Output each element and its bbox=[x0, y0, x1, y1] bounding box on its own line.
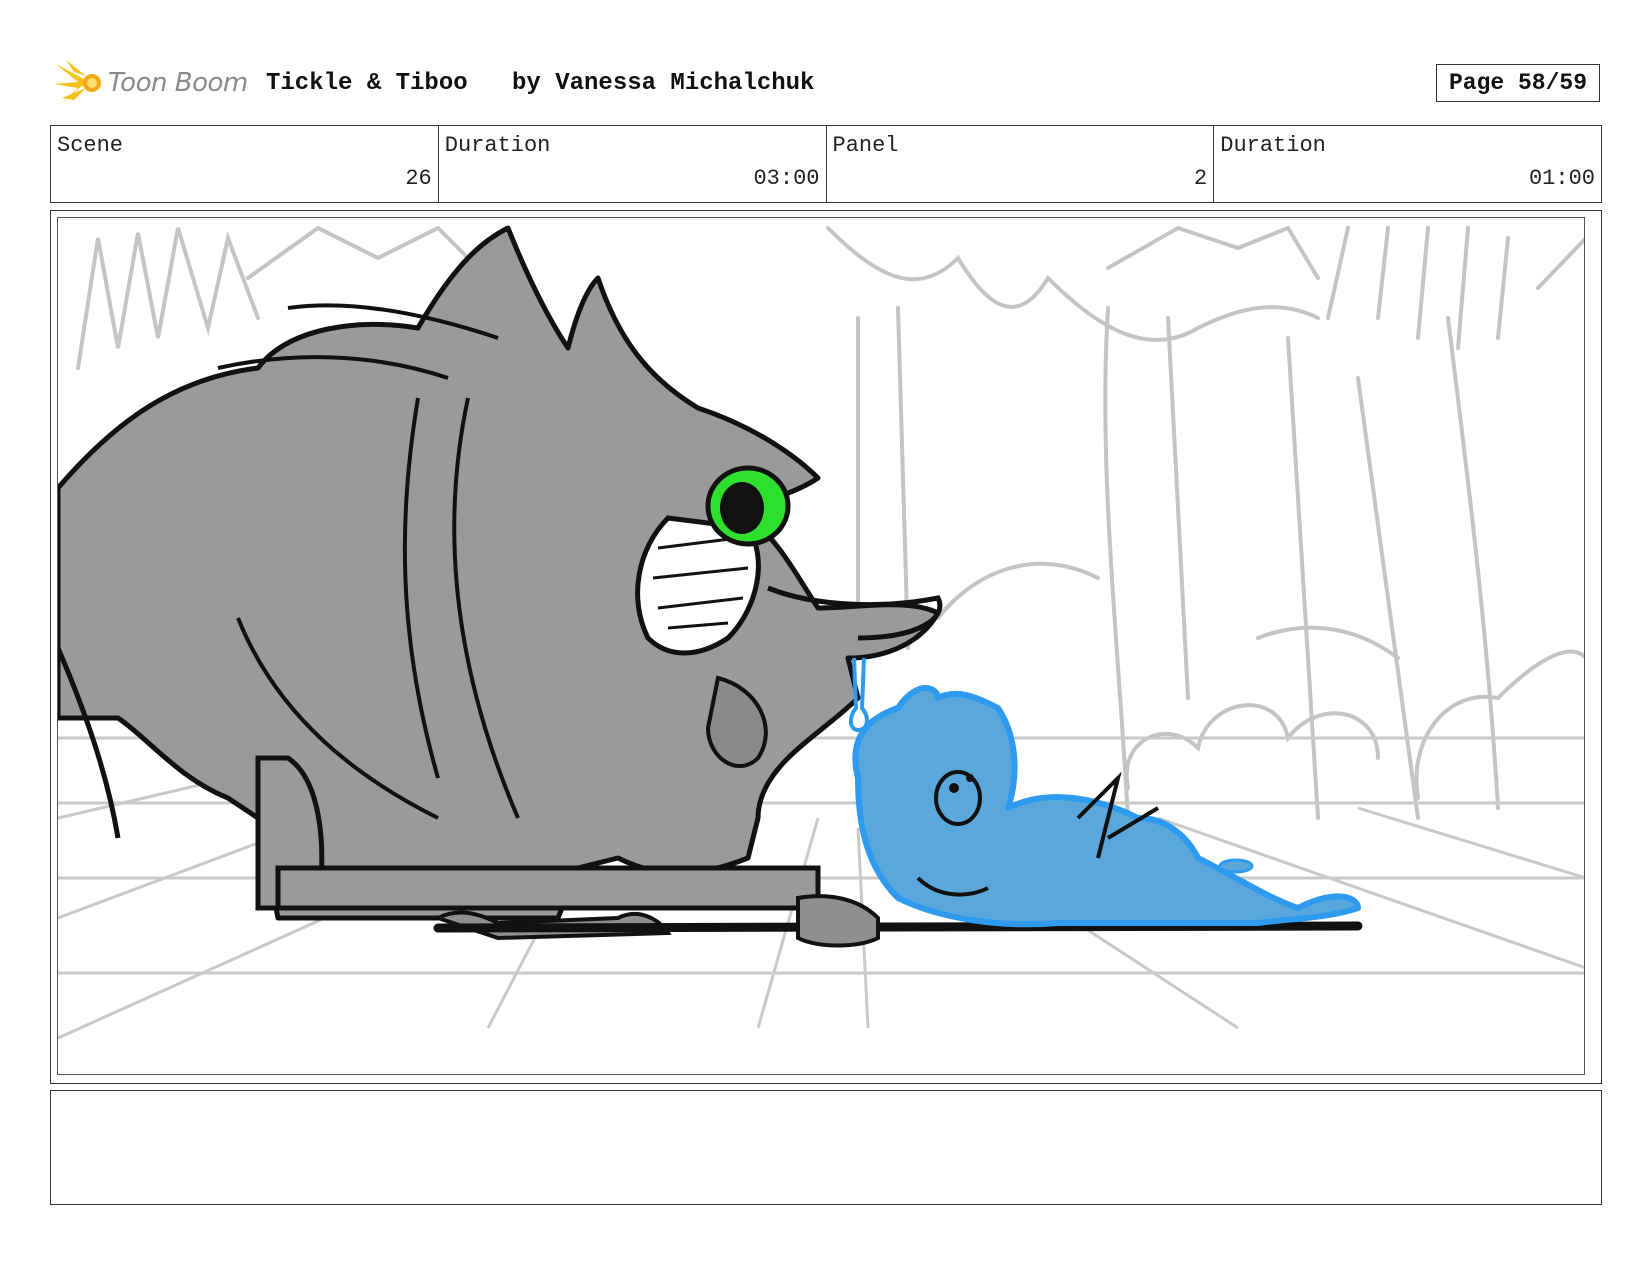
scene-duration-value: 03:00 bbox=[753, 166, 820, 191]
storyboard-title: Tickle & Tiboo bbox=[266, 70, 468, 97]
logo-text: Toon Boom bbox=[108, 68, 248, 98]
storyboard-sketch bbox=[58, 225, 1584, 1040]
info-table: Scene 26 Duration 03:00 Panel 2 Duration… bbox=[50, 125, 1602, 203]
panel-duration-label: Duration bbox=[1220, 133, 1326, 158]
panel-label: Panel bbox=[832, 133, 899, 158]
toon-boom-logo: Toon Boom bbox=[52, 58, 252, 110]
scene-label: Scene bbox=[57, 133, 124, 158]
page-number: Page 58/59 bbox=[1448, 70, 1588, 96]
scene-cell: Scene 26 bbox=[51, 126, 439, 202]
storyboard-author: by Vanessa Michalchuk bbox=[512, 70, 815, 97]
scene-duration-label: Duration bbox=[444, 133, 551, 158]
starburst-icon bbox=[54, 60, 101, 104]
panel-duration-cell: Duration 01:00 bbox=[1214, 126, 1601, 202]
panel-cell: Panel 2 bbox=[827, 126, 1215, 202]
scene-duration-cell: Duration 03:00 bbox=[439, 126, 827, 202]
panel-duration-value: 01:00 bbox=[1528, 166, 1595, 191]
dialog-box bbox=[50, 1090, 1602, 1205]
panel-value: 2 bbox=[1194, 166, 1208, 191]
panel-frame bbox=[50, 210, 1602, 1084]
scene-value: 26 bbox=[405, 166, 432, 191]
panel-drawing-area bbox=[57, 217, 1585, 1075]
page-number-box: Page 58/59 bbox=[1436, 64, 1600, 102]
